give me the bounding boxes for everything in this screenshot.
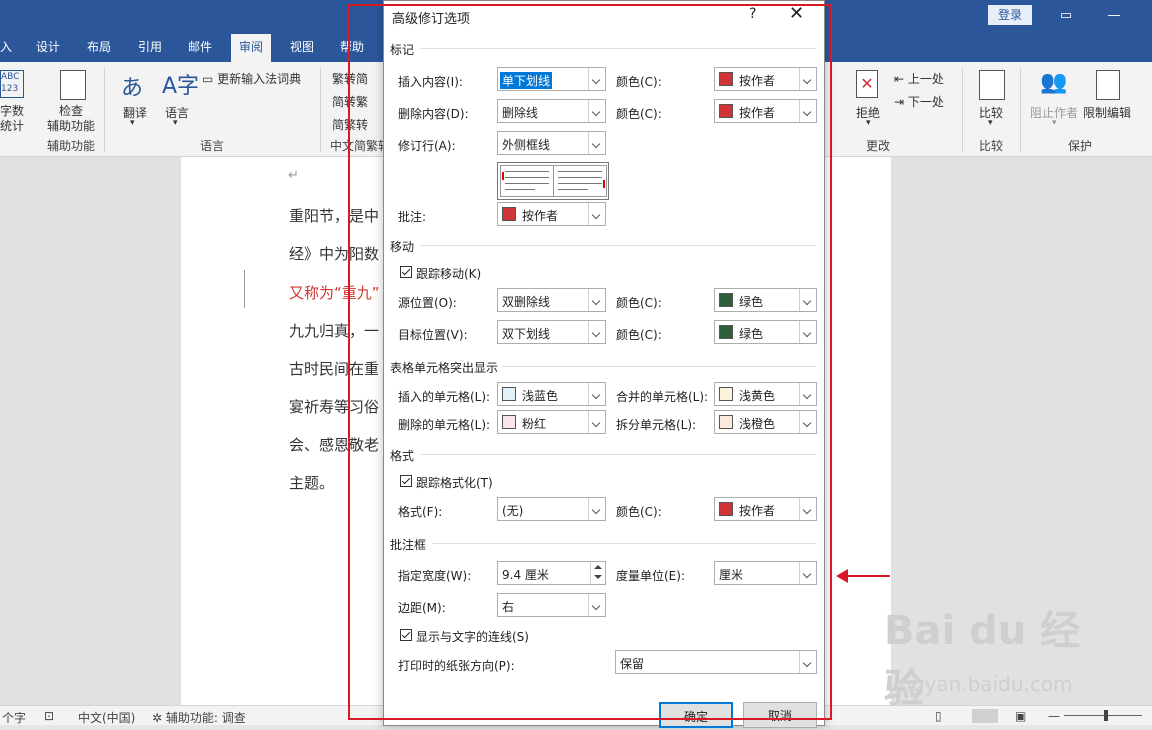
chevron-down-icon[interactable]: ▾ <box>988 118 993 128</box>
block-authors-icon[interactable]: 👥 <box>1040 70 1067 98</box>
update-ime-button[interactable]: ▭ 更新输入法词典 <box>202 70 301 87</box>
word-count-label[interactable]: 字数 统计 <box>0 104 24 134</box>
change-bar <box>244 270 245 308</box>
compare-icon[interactable] <box>979 70 1005 100</box>
check-accessibility-label[interactable]: 检查 辅助功能 <box>47 104 95 134</box>
ribbon-separator <box>320 68 321 152</box>
tab-view[interactable]: 视图 <box>290 34 314 62</box>
chevron-down-icon[interactable]: ▾ <box>866 118 871 128</box>
paragraph-mark-icon: ↵ <box>288 168 299 183</box>
proofing-icon[interactable]: ⊡ <box>44 709 54 723</box>
accessibility-check-icon[interactable] <box>60 70 86 100</box>
baidu-watermark: Bai du 经验 jingyan.baidu.com <box>884 598 1114 712</box>
previous-change-button[interactable]: ⇤ 上一处 <box>894 70 944 87</box>
next-label: 下一处 <box>907 95 944 109</box>
chevron-down-icon[interactable]: ▾ <box>1052 118 1057 128</box>
ribbon-separator <box>1020 68 1021 152</box>
chevron-down-icon[interactable]: ▾ <box>130 118 135 128</box>
word-count-icon[interactable]: ABC 123 <box>0 70 24 98</box>
ribbon-display-icon[interactable]: ▭ <box>1048 4 1084 28</box>
tab-review[interactable]: 审阅 <box>231 34 272 62</box>
language-status[interactable]: 中文(中国) <box>78 709 135 726</box>
group-language: 语言 <box>200 139 225 153</box>
tab-references[interactable]: 引用 <box>138 34 162 62</box>
language-icon[interactable]: A字 <box>162 68 199 100</box>
tab-insert[interactable]: 入 <box>0 34 12 62</box>
translate-icon[interactable]: あ <box>121 70 143 102</box>
restrict-editing-icon[interactable] <box>1096 70 1120 100</box>
watermark-url: jingyan.baidu.com <box>888 672 1073 696</box>
chevron-down-icon[interactable]: ▾ <box>173 118 178 128</box>
previous-icon: ⇤ <box>894 72 908 86</box>
translate-label[interactable]: 翻译 <box>123 104 147 121</box>
tab-design[interactable]: 设计 <box>36 34 60 62</box>
reject-icon[interactable]: ✕ <box>856 70 878 98</box>
restrict-editing-label[interactable]: 限制编辑 <box>1083 104 1131 121</box>
dictionary-icon: ▭ <box>202 72 218 86</box>
ribbon-separator <box>104 68 105 152</box>
zoom-slider[interactable] <box>1064 715 1142 716</box>
login-button[interactable]: 登录 <box>988 5 1032 25</box>
accessibility-status-label: 辅助功能: 调查 <box>165 711 246 725</box>
group-changes: 更改 <box>866 139 891 153</box>
accessibility-status[interactable]: ✲ 辅助功能: 调查 <box>152 709 246 726</box>
next-change-button[interactable]: ⇥ 下一处 <box>894 93 944 110</box>
pointer-arrow-head <box>836 569 848 583</box>
next-icon: ⇥ <box>894 95 908 109</box>
previous-label: 上一处 <box>907 72 944 86</box>
tab-layout[interactable]: 布局 <box>87 34 111 62</box>
highlight-rectangle <box>348 4 832 720</box>
pointer-arrow-icon <box>846 575 890 577</box>
group-accessibility: 辅助功能 <box>47 139 96 153</box>
minimize-icon[interactable]: — <box>1096 4 1132 28</box>
word-count-status[interactable]: 个字 <box>2 709 26 726</box>
accessibility-icon: ✲ <box>152 711 166 725</box>
watermark-logo: Bai du 经验 <box>884 608 1081 712</box>
ribbon-separator <box>962 68 963 152</box>
group-compare: 比较 <box>979 139 1004 153</box>
document-line[interactable]: 主题。 <box>289 472 334 493</box>
tab-mailings[interactable]: 邮件 <box>188 34 212 62</box>
update-ime-label: 更新输入法词典 <box>217 72 302 86</box>
group-protect: 保护 <box>1068 139 1093 153</box>
